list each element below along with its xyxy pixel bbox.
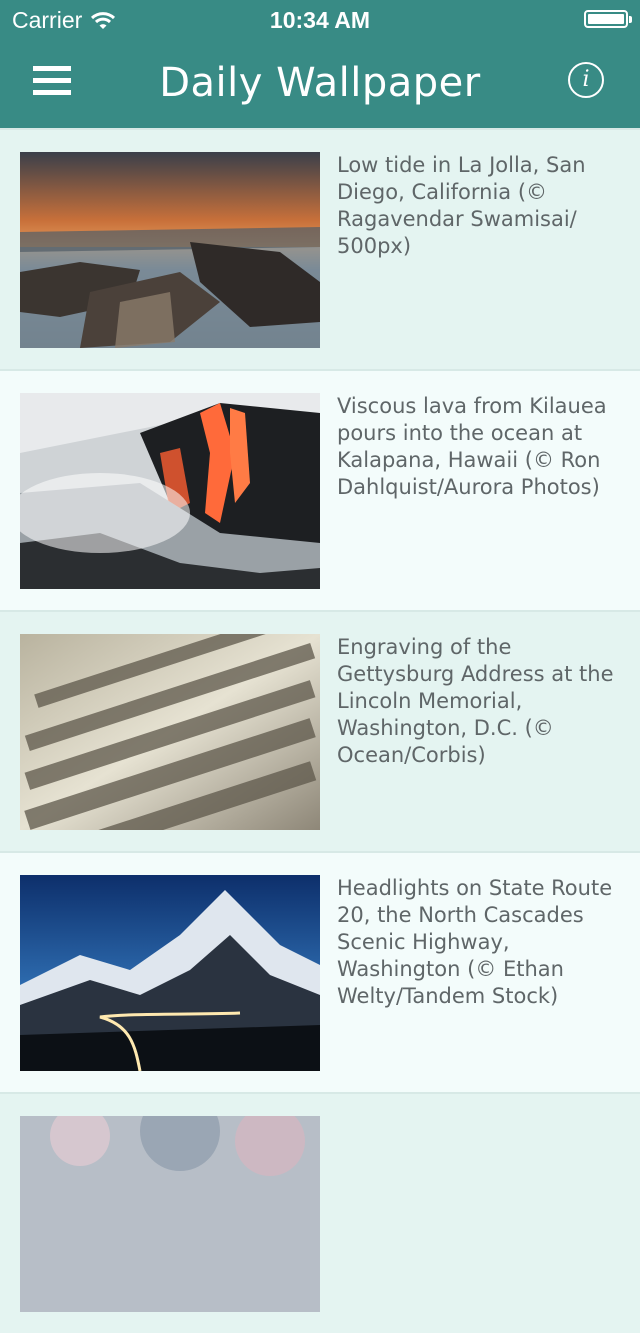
list-item[interactable]: Low tide in La Jolla, San Diego, Califor… (0, 128, 640, 369)
wallpaper-thumbnail (20, 634, 320, 830)
top-bar: Carrier 10:34 AM Daily Wallpaper i (0, 0, 640, 128)
wallpaper-list: Low tide in La Jolla, San Diego, Califor… (0, 128, 640, 1333)
list-item[interactable]: Engraving of the Gettysburg Address at t… (0, 610, 640, 851)
wallpaper-caption: Low tide in La Jolla, San Diego, Califor… (337, 153, 586, 258)
wallpaper-thumbnail (20, 875, 320, 1071)
wallpaper-thumbnail (20, 152, 320, 348)
wallpaper-thumbnail (20, 393, 320, 589)
list-item[interactable] (0, 1092, 640, 1333)
list-item[interactable]: Viscous lava from Kilauea pours into the… (0, 369, 640, 610)
status-time: 10:34 AM (269, 7, 371, 33)
wallpaper-caption: Headlights on State Route 20, the North … (337, 876, 613, 1008)
status-bar: Carrier 10:34 AM (0, 0, 640, 40)
nav-bar: Daily Wallpaper i (0, 40, 640, 128)
wallpaper-caption: Viscous lava from Kilauea pours into the… (337, 394, 607, 499)
wallpaper-caption: Engraving of the Gettysburg Address at t… (337, 635, 614, 767)
battery-icon (584, 10, 632, 28)
info-icon: i (582, 67, 590, 92)
wallpaper-thumbnail (20, 1116, 320, 1312)
page-title: Daily Wallpaper (159, 60, 481, 106)
list-item[interactable]: Headlights on State Route 20, the North … (0, 851, 640, 1092)
info-button[interactable]: i (568, 62, 604, 98)
